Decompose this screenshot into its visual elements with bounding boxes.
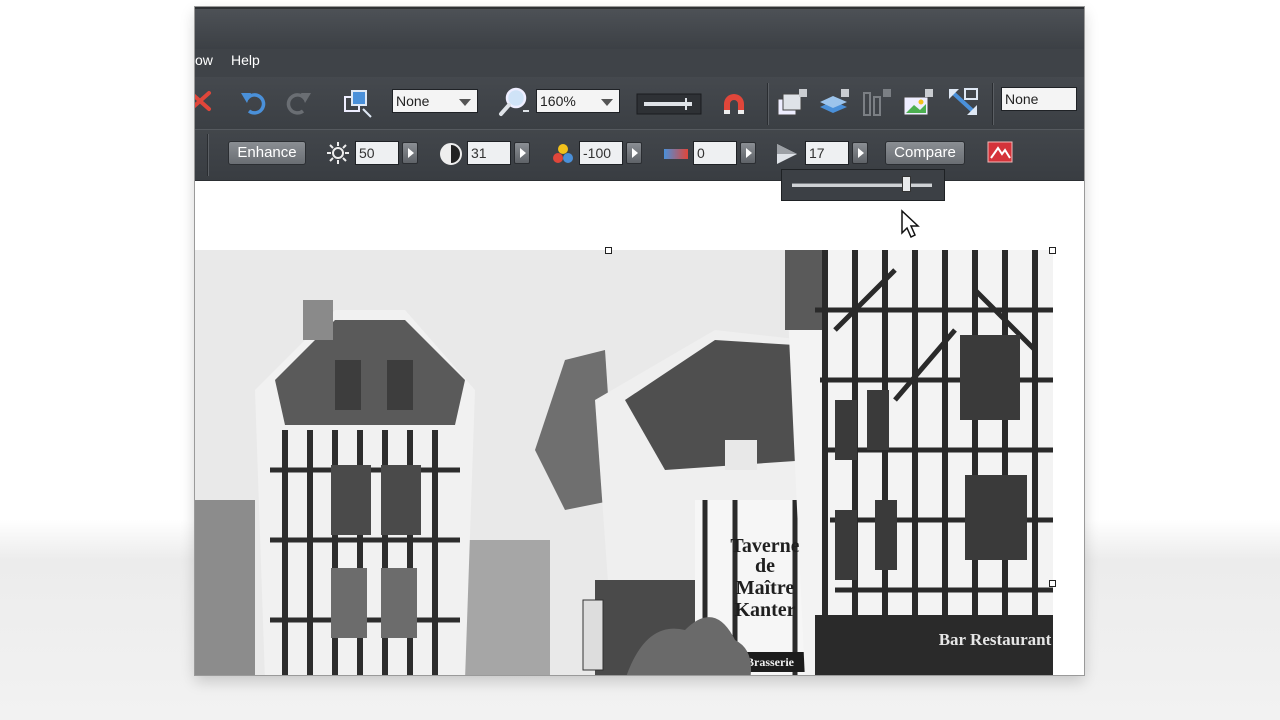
temperature-slider-button[interactable] xyxy=(740,142,756,164)
photo-sign-line4: Kanter xyxy=(734,599,795,621)
chevron-down-icon xyxy=(601,99,613,106)
brightness-slider-button[interactable] xyxy=(402,142,418,164)
selection-handle[interactable] xyxy=(1049,580,1056,587)
photo-canvas[interactable]: Taverne de Maître Kanter Brasserie Bar R… xyxy=(195,250,1084,675)
sharpness-slider-thumb[interactable] xyxy=(902,176,911,192)
fill-combo-value: None xyxy=(396,93,430,109)
photo-sign-line3: Maître xyxy=(736,577,795,599)
photo-icon[interactable] xyxy=(901,87,935,119)
sharpness-field[interactable]: 17 xyxy=(805,141,849,165)
line-width-icon[interactable] xyxy=(636,93,702,115)
temperature-icon xyxy=(664,149,688,159)
photo-bar-restaurant-sign: Bar Restaurant xyxy=(939,630,1052,649)
brightness-icon xyxy=(327,142,349,164)
enhance-toolbar: Enhance 50 31 -100 0 17 Compare xyxy=(195,129,1084,181)
enhance-button[interactable]: Enhance xyxy=(228,141,306,165)
zoom-combo-value: 160% xyxy=(540,93,576,109)
temperature-field[interactable]: 0 xyxy=(693,141,737,165)
main-toolbar: None 160% None xyxy=(195,77,1084,129)
style-combo-value: None xyxy=(1005,91,1039,107)
saturation-icon xyxy=(553,144,573,163)
contrast-slider-button[interactable] xyxy=(514,142,530,164)
photo-sign-line1: Taverne xyxy=(730,535,799,557)
toolbar-separator xyxy=(207,134,209,176)
sharpness-slider-button[interactable] xyxy=(852,142,868,164)
app-window: ow Help None 160% None Enhance 50 31 -10… xyxy=(195,7,1084,675)
resize-icon[interactable] xyxy=(945,85,981,119)
menu-bar: ow Help xyxy=(195,49,1084,77)
selection-handle[interactable] xyxy=(605,247,612,254)
red-eye-icon[interactable] xyxy=(987,140,1013,164)
toolbar-separator xyxy=(992,83,994,125)
photo-building xyxy=(460,540,550,675)
contrast-field[interactable]: 31 xyxy=(467,141,511,165)
title-bar xyxy=(195,7,1084,49)
bring-to-front-icon[interactable] xyxy=(775,87,809,119)
style-combo[interactable]: None xyxy=(1001,87,1077,111)
photo-building xyxy=(195,500,255,675)
fill-combo[interactable]: None xyxy=(392,89,478,113)
photo-page-margin xyxy=(1053,250,1084,675)
saturation-field[interactable]: -100 xyxy=(579,141,623,165)
selection-handle[interactable] xyxy=(1049,247,1056,254)
sharpness-icon xyxy=(777,144,797,164)
magnet-icon[interactable] xyxy=(719,88,749,118)
saturation-slider-button[interactable] xyxy=(626,142,642,164)
transform-icon[interactable] xyxy=(341,87,373,119)
zoom-icon[interactable] xyxy=(497,85,531,119)
mouse-cursor-icon xyxy=(901,209,920,239)
chevron-down-icon xyxy=(459,99,471,106)
menu-window-partial[interactable]: ow xyxy=(195,52,213,68)
zoom-combo[interactable]: 160% xyxy=(536,89,620,113)
contrast-icon xyxy=(440,143,462,165)
photo-sign-line2: de xyxy=(755,555,775,577)
compare-button[interactable]: Compare xyxy=(885,141,965,165)
undo-icon[interactable] xyxy=(239,87,269,117)
align-icon[interactable] xyxy=(859,87,893,119)
photo-brasserie-sign: Brasserie xyxy=(746,655,795,669)
layers-icon[interactable] xyxy=(817,87,851,119)
sharpness-slider-track[interactable] xyxy=(792,183,932,187)
redo-icon[interactable] xyxy=(283,87,313,117)
photo-right-house xyxy=(785,250,1055,675)
close-icon[interactable] xyxy=(195,89,213,113)
sharpness-slider-popup xyxy=(781,169,945,201)
brightness-field[interactable]: 50 xyxy=(355,141,399,165)
menu-help[interactable]: Help xyxy=(231,52,260,68)
toolbar-separator xyxy=(767,83,769,125)
